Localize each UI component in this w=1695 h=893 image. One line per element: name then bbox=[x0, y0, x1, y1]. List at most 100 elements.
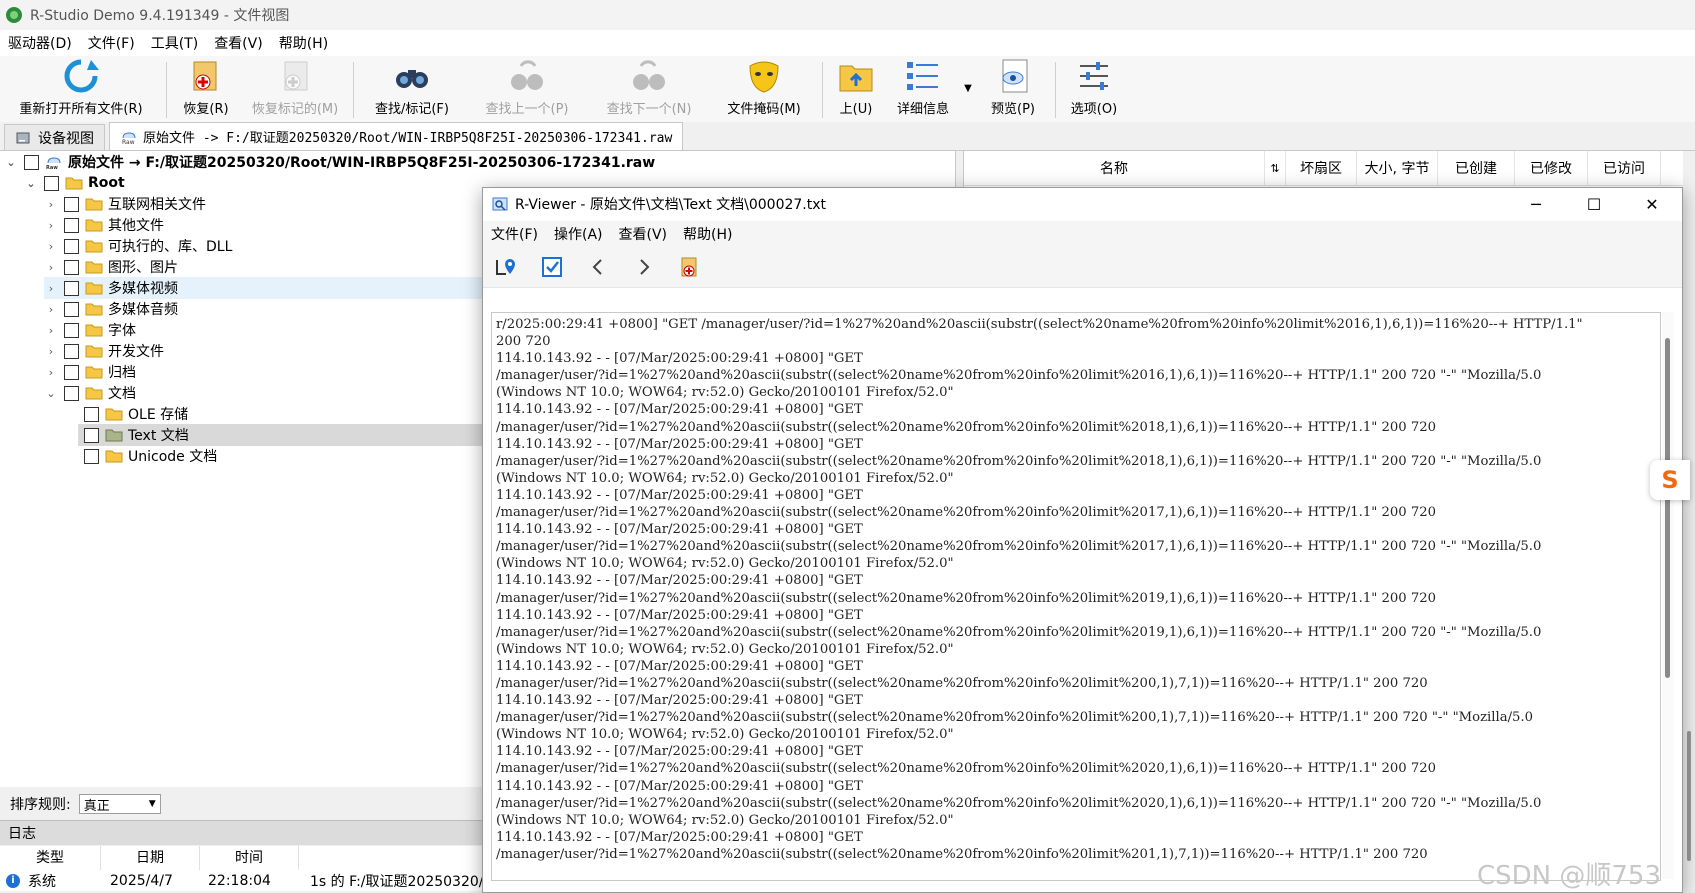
tab-raw-files[interactable]: Raw 原始文件 -> F:/取证题20250320/Root/WIN-IRBP… bbox=[109, 122, 684, 150]
recover-button[interactable]: 恢复(R) bbox=[171, 56, 241, 122]
reopen-all-files-button[interactable]: 重新打开所有文件(R) bbox=[0, 56, 162, 122]
file-list-header: 名称 ⇅ 坏扇区 大小, 字节 已创建 已修改 已访问 bbox=[964, 151, 1695, 186]
tree-checkbox[interactable] bbox=[64, 280, 79, 296]
chevron-right-icon[interactable]: › bbox=[44, 345, 58, 358]
chevron-right-icon[interactable]: › bbox=[44, 198, 58, 211]
column-bad-sectors[interactable]: 坏扇区 bbox=[1286, 151, 1357, 185]
tree-item-subfolder-selected[interactable]: Text 文档 bbox=[78, 424, 484, 446]
recover-icon bbox=[193, 61, 217, 91]
tree-item-folder[interactable]: › 开发文件 bbox=[44, 340, 164, 362]
binoculars-icon bbox=[396, 70, 428, 88]
folder-icon bbox=[85, 198, 103, 211]
options-button[interactable]: 选项(O) bbox=[1060, 56, 1128, 122]
log-column-date[interactable]: 日期 bbox=[101, 846, 200, 870]
tree-checkbox[interactable] bbox=[84, 448, 99, 464]
viewer-menu-view[interactable]: 查看(V) bbox=[611, 224, 676, 244]
tree-item-folder[interactable]: › 多媒体视频 bbox=[44, 277, 484, 299]
tree-item-root[interactable]: ⌄ Root bbox=[24, 172, 124, 194]
details-dropdown-button[interactable]: ▼ bbox=[961, 56, 975, 122]
find-mark-button[interactable]: 查找/标记(F) bbox=[358, 56, 466, 122]
tree-checkbox[interactable] bbox=[44, 175, 59, 191]
viewer-recover-button[interactable] bbox=[667, 250, 713, 284]
find-previous-button[interactable]: 查找上一个(P) bbox=[466, 56, 588, 122]
viewer-menu-action[interactable]: 操作(A) bbox=[546, 224, 611, 244]
viewer-previous-button[interactable] bbox=[575, 250, 621, 284]
sort-select[interactable]: 真正 ▼ bbox=[78, 794, 161, 814]
menu-help[interactable]: 帮助(H) bbox=[271, 33, 336, 53]
tree-item-folder[interactable]: › 图形、图片 bbox=[44, 256, 178, 278]
checkbox-checked-icon bbox=[542, 257, 562, 277]
tree-item-folder[interactable]: ⌄ 文档 bbox=[44, 382, 136, 404]
binoculars-up-icon bbox=[511, 60, 543, 90]
column-accessed[interactable]: 已访问 bbox=[1588, 151, 1661, 185]
scrollbar-thumb[interactable] bbox=[1687, 731, 1691, 861]
column-name[interactable]: 名称 bbox=[964, 151, 1265, 185]
tree-item-folder[interactable]: › 其他文件 bbox=[44, 214, 164, 236]
log-column-type[interactable]: 类型 bbox=[0, 846, 101, 870]
log-column-time[interactable]: 时间 bbox=[200, 846, 299, 870]
tree-checkbox[interactable] bbox=[64, 385, 79, 401]
column-size[interactable]: 大小, 字节 bbox=[1357, 151, 1438, 185]
preview-button[interactable]: 预览(P) bbox=[975, 56, 1051, 122]
chevron-right-icon[interactable]: › bbox=[44, 240, 58, 253]
up-button[interactable]: 上(U) bbox=[827, 56, 885, 122]
details-button[interactable]: 详细信息 bbox=[885, 56, 961, 122]
file-mask-button[interactable]: 文件掩码(M) bbox=[710, 56, 818, 122]
tree-checkbox[interactable] bbox=[64, 343, 79, 359]
folder-icon bbox=[85, 219, 103, 232]
viewer-menu-help[interactable]: 帮助(H) bbox=[675, 224, 740, 244]
viewer-text-content[interactable]: r/2025:00:29:41 +0800] "GET /manager/use… bbox=[491, 312, 1661, 881]
chevron-right-icon[interactable]: › bbox=[44, 366, 58, 379]
viewer-next-button[interactable] bbox=[621, 250, 667, 284]
recover-marked-button[interactable]: 恢复标记的(M) bbox=[241, 56, 349, 122]
column-created[interactable]: 已创建 bbox=[1438, 151, 1515, 185]
menu-drives[interactable]: 驱动器(D) bbox=[0, 33, 80, 53]
toolbar-separator bbox=[1055, 62, 1056, 118]
tree-checkbox[interactable] bbox=[64, 238, 79, 254]
tab-device-view[interactable]: 设备视图 bbox=[4, 124, 105, 150]
toolbar-separator bbox=[353, 62, 354, 118]
tree-item-subfolder[interactable]: Unicode 文档 bbox=[78, 445, 217, 467]
viewer-mark-button[interactable] bbox=[529, 250, 575, 284]
find-next-button[interactable]: 查找下一个(N) bbox=[588, 56, 710, 122]
main-scrollbar[interactable] bbox=[1683, 151, 1695, 891]
chevron-right-icon[interactable]: › bbox=[44, 219, 58, 232]
tree-item-folder[interactable]: › 字体 bbox=[44, 319, 136, 341]
tree-item-folder[interactable]: › 归档 bbox=[44, 361, 136, 383]
tree-checkbox[interactable] bbox=[64, 259, 79, 275]
tree-item-folder[interactable]: › 可执行的、库、DLL bbox=[44, 235, 232, 257]
tree-root-source[interactable]: ⌄ Raw 原始文件 → F:/取证题20250320/Root/WIN-IRB… bbox=[4, 151, 655, 173]
chevron-right-icon[interactable]: › bbox=[44, 261, 58, 274]
tree-checkbox[interactable] bbox=[64, 322, 79, 338]
maximize-button[interactable]: ☐ bbox=[1565, 188, 1623, 220]
chevron-down-icon[interactable]: ⌄ bbox=[4, 156, 18, 169]
tree-checkbox[interactable] bbox=[64, 217, 79, 233]
tree-checkbox[interactable] bbox=[84, 427, 99, 443]
viewer-menu-file[interactable]: 文件(F) bbox=[483, 224, 546, 244]
scrollbar-thumb[interactable] bbox=[1665, 338, 1670, 678]
chevron-down-icon[interactable]: ⌄ bbox=[24, 177, 38, 190]
tree-checkbox[interactable] bbox=[64, 364, 79, 380]
column-modified[interactable]: 已修改 bbox=[1515, 151, 1588, 185]
menu-view[interactable]: 查看(V) bbox=[206, 33, 271, 53]
column-sort-indicator[interactable]: ⇅ bbox=[1265, 151, 1286, 185]
tree-checkbox[interactable] bbox=[24, 154, 39, 170]
close-button[interactable]: ✕ bbox=[1623, 188, 1681, 220]
tree-item-subfolder[interactable]: OLE 存储 bbox=[78, 403, 188, 425]
sogou-ime-badge[interactable]: S bbox=[1650, 460, 1690, 500]
chevron-down-icon[interactable]: ⌄ bbox=[44, 387, 58, 400]
tree-checkbox[interactable] bbox=[64, 301, 79, 317]
viewer-scrollbar[interactable] bbox=[1662, 312, 1674, 879]
chevron-right-icon[interactable]: › bbox=[44, 303, 58, 316]
binoculars-down-icon bbox=[633, 60, 665, 90]
tree-checkbox[interactable] bbox=[64, 196, 79, 212]
chevron-right-icon[interactable]: › bbox=[44, 282, 58, 295]
tree-item-folder[interactable]: › 互联网相关文件 bbox=[44, 193, 206, 215]
menu-tools[interactable]: 工具(T) bbox=[143, 33, 206, 53]
tree-checkbox[interactable] bbox=[84, 406, 99, 422]
menu-file[interactable]: 文件(F) bbox=[80, 33, 143, 53]
tree-item-folder[interactable]: › 多媒体音频 bbox=[44, 298, 178, 320]
minimize-button[interactable]: ─ bbox=[1507, 188, 1565, 220]
chevron-right-icon[interactable]: › bbox=[44, 324, 58, 337]
viewer-goto-button[interactable] bbox=[483, 250, 529, 284]
